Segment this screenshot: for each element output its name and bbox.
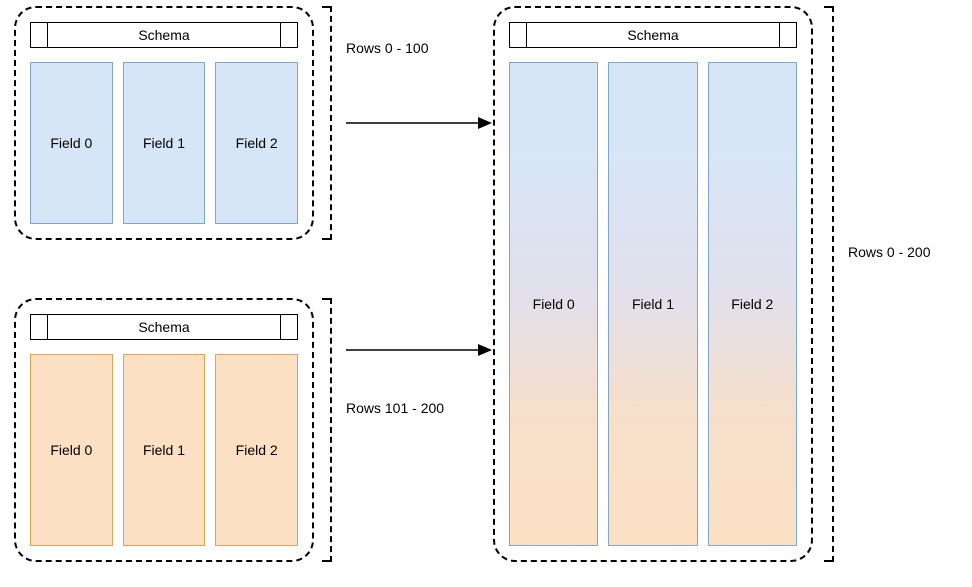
schema-header: Schema	[30, 22, 298, 48]
field-container: Field 0 Field 1 Field 2	[509, 62, 797, 546]
schema-cap-left	[509, 22, 527, 48]
field-1: Field 1	[123, 354, 206, 546]
schema-label: Schema	[527, 22, 779, 48]
merged-batch: Schema Field 0 Field 1 Field 2	[493, 6, 813, 562]
bracket-rows-0-100	[322, 6, 332, 240]
bracket-rows-0-200	[824, 6, 834, 562]
field-2: Field 2	[708, 62, 797, 546]
field-1: Field 1	[123, 62, 206, 224]
arrow-batch-1-to-merged	[346, 340, 492, 360]
rows-label-101-200: Rows 101 - 200	[346, 400, 444, 416]
field-2: Field 2	[215, 62, 298, 224]
schema-cap-right	[280, 314, 298, 340]
field-2: Field 2	[215, 354, 298, 546]
schema-label: Schema	[48, 22, 280, 48]
rows-label-0-200: Rows 0 - 200	[848, 244, 930, 260]
schema-header: Schema	[509, 22, 797, 48]
arrow-batch-0-to-merged	[346, 113, 492, 133]
field-0: Field 0	[30, 62, 113, 224]
field-container: Field 0 Field 1 Field 2	[30, 62, 298, 224]
source-batch-1: Schema Field 0 Field 1 Field 2	[14, 298, 314, 562]
schema-header: Schema	[30, 314, 298, 340]
source-batch-0: Schema Field 0 Field 1 Field 2	[14, 6, 314, 240]
bracket-rows-101-200	[322, 298, 332, 562]
field-1: Field 1	[608, 62, 697, 546]
field-0: Field 0	[30, 354, 113, 546]
schema-label: Schema	[48, 314, 280, 340]
schema-cap-right	[779, 22, 797, 48]
field-0: Field 0	[509, 62, 598, 546]
field-container: Field 0 Field 1 Field 2	[30, 354, 298, 546]
schema-cap-left	[30, 314, 48, 340]
rows-label-0-100: Rows 0 - 100	[346, 40, 428, 56]
schema-cap-right	[280, 22, 298, 48]
schema-cap-left	[30, 22, 48, 48]
